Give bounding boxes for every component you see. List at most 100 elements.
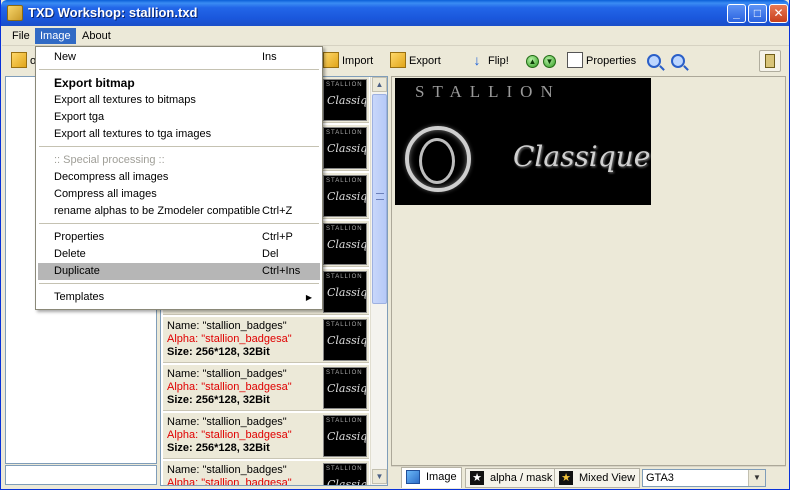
menu-item-delete[interactable]: Delete Del — [38, 246, 320, 263]
texture-preview: STALLION Classique — [395, 78, 651, 205]
menu-item-export-all-tga[interactable]: Export all textures to tga images — [38, 126, 320, 143]
properties-icon — [567, 52, 583, 69]
tab-alpha-label: alpha / mask — [490, 472, 553, 484]
thumb-top-text: STALLION — [326, 466, 363, 472]
thumb-top-text: STALLION — [326, 370, 363, 376]
menu-item-decompress-all[interactable]: Decompress all images — [38, 169, 320, 186]
preview-script-text: Classique — [513, 140, 651, 173]
thumb-script-text: Classique — [327, 430, 367, 443]
properties-button[interactable]: Properties — [567, 52, 636, 70]
game-version-select[interactable]: GTA3 ▼ — [642, 469, 766, 487]
menu-shortcut: Ctrl+Ins — [262, 265, 301, 277]
thumb-script-text: Classique — [327, 94, 367, 107]
move-up-button[interactable]: ▲ — [526, 52, 539, 70]
thumb-script-text: Classique — [327, 382, 367, 395]
texture-name: Name: "stallion_badges" — [167, 368, 287, 380]
thumb-script-text: Classique — [327, 286, 367, 299]
import-label: Import — [342, 55, 374, 67]
window-title: TXD Workshop: stallion.txd — [28, 5, 198, 20]
menu-item-label: Properties — [54, 231, 105, 243]
import-icon — [323, 52, 339, 69]
texture-thumbnail: STALLION Classique — [323, 271, 367, 313]
move-up-icon: ▲ — [526, 54, 539, 68]
texture-size: Size: 256*128, 32Bit — [167, 346, 270, 358]
list-item[interactable]: Name: "stallion_badges" Alpha: "stallion… — [163, 365, 369, 411]
info-field[interactable] — [5, 465, 157, 485]
notes-icon — [765, 54, 775, 68]
tab-alpha-mask[interactable]: ★ alpha / mask — [465, 468, 558, 488]
thumb-top-text: STALLION — [326, 226, 363, 232]
image-view-pane[interactable]: STALLION Classique — [391, 76, 786, 466]
open-button[interactable]: o — [11, 52, 36, 70]
menu-shortcut: Ctrl+Z — [262, 205, 293, 217]
submenu-arrow-icon: ▶ — [305, 293, 312, 302]
menu-item-label: Templates — [54, 291, 105, 303]
scroll-thumb[interactable] — [372, 94, 387, 304]
menu-about[interactable]: About — [77, 28, 116, 44]
thumb-top-text: STALLION — [326, 130, 363, 136]
menu-shortcut: Ctrl+P — [262, 231, 293, 243]
chevron-down-icon[interactable]: ▼ — [748, 470, 765, 486]
tab-image-label: Image — [426, 471, 457, 483]
flip-button[interactable]: ↓ Flip! — [469, 52, 509, 70]
texture-thumbnail: STALLION Classique — [323, 463, 367, 485]
menu-item-templates[interactable]: Templates ▶ — [38, 289, 320, 306]
scroll-down-icon[interactable]: ▼ — [372, 469, 387, 484]
app-icon — [7, 5, 23, 21]
menu-item-export-bitmap[interactable]: Export bitmap — [38, 75, 320, 92]
menu-separator — [39, 283, 319, 284]
menu-separator — [39, 223, 319, 224]
menu-item-properties[interactable]: Properties Ctrl+P — [38, 229, 320, 246]
scroll-up-icon[interactable]: ▲ — [372, 77, 387, 92]
texture-info: Name: "stallion_badges" Alpha: "stallion… — [167, 368, 292, 407]
texture-list-scrollbar[interactable]: ▲ ▼ — [370, 77, 387, 485]
export-icon — [390, 52, 406, 69]
menu-file[interactable]: File — [7, 28, 35, 44]
maximize-button[interactable]: □ — [748, 4, 767, 23]
import-button[interactable]: Import — [323, 52, 373, 70]
app-window: TXD Workshop: stallion.txd _ □ ✕ File Im… — [0, 0, 790, 490]
list-item[interactable]: Name: "stallion_badges" Alpha: "stallion… — [163, 461, 369, 486]
flip-label: Flip! — [488, 55, 509, 67]
menu-item-compress-all[interactable]: Compress all images — [38, 186, 320, 203]
list-item[interactable]: Name: "stallion_badges" Alpha: "stallion… — [163, 413, 369, 459]
zoom-out-icon — [671, 54, 685, 69]
menu-item-new[interactable]: New Ins — [38, 49, 320, 66]
menu-item-rename-alphas[interactable]: rename alphas to be Zmodeler compatible C… — [38, 203, 320, 220]
zoom-out-button[interactable] — [671, 52, 685, 70]
texture-thumbnail: STALLION Classique — [323, 223, 367, 265]
texture-name: Name: "stallion_badges" — [167, 416, 287, 428]
tab-mixed-view[interactable]: ★ Mixed View — [554, 468, 641, 488]
thumb-script-text: Classique — [327, 142, 367, 155]
menu-item-label: New — [54, 51, 77, 63]
menu-image[interactable]: Image — [35, 28, 76, 44]
view-tabs-bar: Image ★ alpha / mask ★ Mixed View GTA3 ▼ — [391, 466, 786, 488]
zoom-in-icon — [647, 54, 661, 69]
texture-thumbnail: STALLION Classique — [323, 127, 367, 169]
thumb-top-text: STALLION — [326, 418, 363, 424]
close-button[interactable]: ✕ — [769, 4, 788, 23]
texture-thumbnail: STALLION Classique — [323, 367, 367, 409]
grip-icon — [376, 193, 384, 200]
menu-item-export-all-bitmaps[interactable]: Export all textures to bitmaps — [38, 92, 320, 109]
texture-size: Size: 256*128, 32Bit — [167, 394, 270, 406]
thumb-top-text: STALLION — [326, 178, 363, 184]
tab-image[interactable]: Image — [401, 467, 462, 488]
export-button[interactable]: Export — [390, 52, 441, 70]
menu-item-export-tga[interactable]: Export tga — [38, 109, 320, 126]
title-bar[interactable]: TXD Workshop: stallion.txd _ □ ✕ — [1, 0, 789, 26]
texture-info: Name: "stallion_badges" Alpha: "stallion… — [167, 320, 292, 359]
list-item[interactable]: Name: "stallion_badges" Alpha: "stallion… — [163, 317, 369, 363]
menu-header-special-processing: :: Special processing :: — [54, 154, 165, 166]
texture-name: Name: "stallion_badges" — [167, 464, 287, 476]
zoom-in-button[interactable] — [647, 52, 661, 70]
thumb-script-text: Classique — [327, 190, 367, 203]
export-label: Export — [409, 55, 441, 67]
minimize-button[interactable]: _ — [727, 4, 746, 23]
notes-button[interactable] — [759, 50, 781, 72]
move-down-button[interactable]: ▼ — [543, 52, 556, 70]
image-icon — [406, 470, 420, 484]
thumb-top-text: STALLION — [326, 82, 363, 88]
texture-alpha: Alpha: "stallion_badgesa" — [167, 477, 292, 486]
menu-item-duplicate[interactable]: Duplicate Ctrl+Ins — [38, 263, 320, 280]
